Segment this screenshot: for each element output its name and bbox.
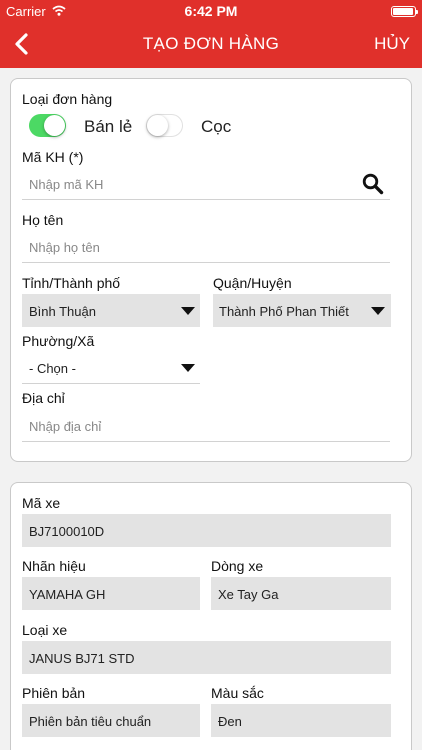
toggle-knob (147, 115, 168, 136)
color-field: Đen (211, 704, 391, 737)
deposit-option-label: Cọc (201, 117, 232, 136)
ward-underline (22, 383, 200, 384)
deposit-toggle[interactable] (146, 114, 183, 137)
vehicle-type-value: JANUS BJ71 STD (29, 651, 135, 666)
address-label: Địa chỉ (22, 390, 65, 406)
vehicle-code-value: BJ7100010D (29, 524, 105, 539)
ward-label: Phường/Xã (22, 333, 95, 349)
customer-info-card: Loại đơn hàng Bán lẻ Cọc Mã KH (*) Nhập … (10, 78, 412, 462)
chevron-down-icon (371, 307, 385, 315)
version-label: Phiên bản (22, 685, 86, 701)
vehicle-type-field: JANUS BJ71 STD (22, 641, 391, 674)
address-underline (22, 441, 390, 442)
color-label: Màu sắc (211, 685, 264, 701)
chevron-down-icon (181, 364, 195, 372)
color-value: Đen (218, 714, 242, 729)
customer-code-underline (22, 199, 390, 200)
address-input[interactable]: Nhập địa chỉ (29, 419, 101, 434)
province-select[interactable]: Bình Thuận (22, 294, 200, 327)
status-time: 6:42 PM (184, 3, 238, 19)
status-bar: Carrier 6:42 PM (0, 0, 422, 22)
brand-label: Nhãn hiệu (22, 558, 86, 574)
customer-code-label: Mã KH (*) (22, 149, 84, 165)
vehicle-type-label: Loại xe (22, 622, 68, 638)
brand-value: YAMAHA GH (29, 587, 106, 602)
district-select[interactable]: Thành Phố Phan Thiết (213, 294, 391, 327)
model-line-label: Dòng xe (211, 558, 264, 574)
ward-value: - Chọn - (29, 361, 76, 376)
chevron-down-icon (181, 307, 195, 315)
province-value: Bình Thuận (29, 304, 96, 319)
retail-toggle[interactable] (29, 114, 66, 137)
vehicle-info-card: Mã xe BJ7100010D Nhãn hiệu YAMAHA GH Dòn… (10, 482, 412, 750)
full-name-input[interactable]: Nhập họ tên (29, 240, 100, 255)
page-title: TẠO ĐƠN HÀNG (142, 34, 280, 53)
full-name-label: Họ tên (22, 212, 64, 228)
vehicle-code-field: BJ7100010D (22, 514, 391, 547)
cancel-button[interactable]: HỦY (374, 34, 410, 54)
search-icon[interactable] (362, 173, 384, 195)
version-value: Phiên bản tiêu chuẩn (29, 714, 152, 729)
model-line-value: Xe Tay Ga (218, 587, 279, 602)
battery-icon (391, 6, 418, 17)
vehicle-code-label: Mã xe (22, 495, 61, 511)
ward-select[interactable]: - Chọn - (22, 355, 200, 383)
brand-field: YAMAHA GH (22, 577, 200, 610)
model-line-field: Xe Tay Ga (211, 577, 391, 610)
customer-code-input[interactable]: Nhập mã KH (29, 177, 103, 192)
retail-option-label: Bán lẻ (84, 117, 133, 136)
version-field: Phiên bản tiêu chuẩn (22, 704, 200, 737)
order-type-label: Loại đơn hàng (22, 91, 113, 107)
full-name-underline (22, 262, 390, 263)
toggle-knob (44, 115, 65, 136)
navigation-header: Carrier 6:42 PM TẠO ĐƠN HÀNG HỦY (0, 0, 422, 68)
province-label: Tỉnh/Thành phố (22, 275, 121, 291)
district-value: Thành Phố Phan Thiết (219, 304, 349, 319)
district-label: Quận/Huyện (213, 275, 292, 291)
